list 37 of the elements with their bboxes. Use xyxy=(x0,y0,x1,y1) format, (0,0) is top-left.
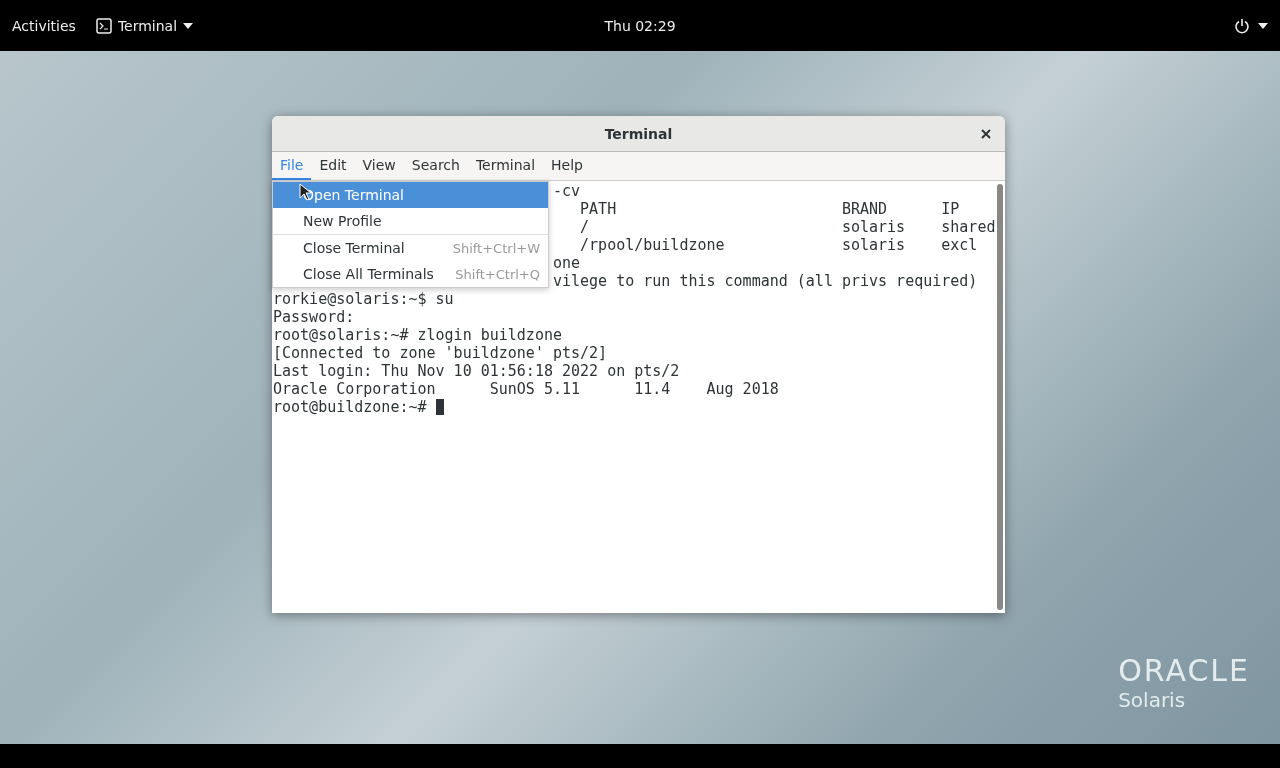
power-icon[interactable] xyxy=(1234,17,1250,34)
menu-item[interactable]: Search xyxy=(403,152,468,180)
app-menu[interactable]: Terminal xyxy=(95,17,194,34)
menu-entry[interactable]: Close All Terminals Shift+Ctrl+Q xyxy=(273,261,548,287)
terminal-icon xyxy=(95,17,112,34)
terminal-line: /rpool/buildzone solaris excl xyxy=(579,236,979,254)
terminal-line: / solaris shared xyxy=(579,218,996,236)
menu-item[interactable]: Edit xyxy=(311,152,355,180)
activities-button[interactable]: Activities xyxy=(12,17,76,34)
menu-entry[interactable]: Close Terminal Shift+Ctrl+W xyxy=(273,235,548,261)
shortcut-label: Shift+Ctrl+Q xyxy=(455,266,540,282)
logo-brand: ORACLE xyxy=(1118,653,1250,688)
scrollbar[interactable] xyxy=(997,184,1004,610)
caret-icon xyxy=(183,22,194,29)
terminal-line: root@buildzone:~# xyxy=(273,398,428,416)
text-cursor xyxy=(435,399,444,415)
terminal-line: rorkie@solaris:~$ su xyxy=(273,290,455,308)
terminal-line: root@solaris:~# zlogin buildzone xyxy=(273,326,563,344)
app-name: Terminal xyxy=(117,17,178,34)
terminal-line: [Connected to zone 'buildzone' pts/2] xyxy=(273,344,609,362)
terminal-line: Oracle Corporation SunOS 5.11 11.4 Aug 2018 xyxy=(273,380,780,398)
terminal-line: PATH BRAND IP xyxy=(579,200,961,218)
clock[interactable]: Thu 02:29 xyxy=(604,17,676,34)
terminal-line: one xyxy=(552,254,582,272)
close-icon[interactable] xyxy=(981,129,991,139)
menu-entry[interactable]: New Profile xyxy=(273,208,548,234)
window-title: Terminal xyxy=(604,125,673,142)
menu-item[interactable]: Help xyxy=(543,152,591,180)
terminal-line: Password: xyxy=(273,308,356,326)
terminal-line: -cv xyxy=(552,182,582,200)
terminal-line: Last login: Thu Nov 10 01:56:18 2022 on pts/2 xyxy=(273,362,681,380)
menu-item[interactable]: View xyxy=(354,152,404,180)
menu-item[interactable]: Terminal xyxy=(467,152,544,180)
logo-product: Solaris xyxy=(1118,688,1187,712)
caret-icon[interactable] xyxy=(1258,22,1268,29)
terminal-line: vilege to run this command (all privs required) xyxy=(552,272,979,290)
shortcut-label: Shift+Ctrl+W xyxy=(452,240,540,256)
